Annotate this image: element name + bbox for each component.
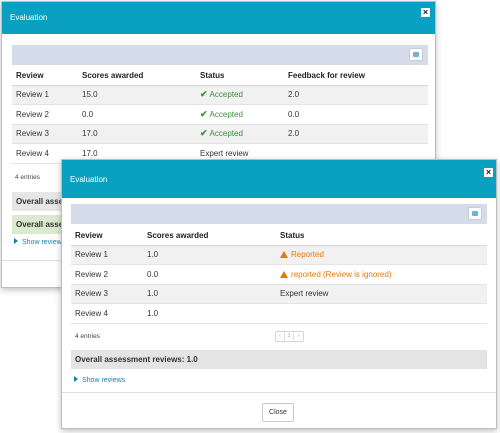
check-icon: ✔ [200, 128, 208, 139]
column-header[interactable]: Review [71, 226, 143, 246]
dialog-titlebar: Evaluation × [62, 160, 496, 198]
status-text: Accepted [209, 90, 243, 100]
show-reviews-label: Show reviews [82, 377, 126, 384]
table-header-row: Review Scores awarded Status Feedback fo… [12, 66, 428, 86]
warning-icon [280, 270, 288, 278]
pagination: ‹ 1 › [275, 331, 304, 342]
table-row: Review 3 17.0 ✔ Accepted 2.0 [12, 124, 428, 144]
review-cell: Review 1 [71, 245, 143, 265]
reviews-table: Review Scores awarded Status Review 1 1.… [71, 226, 487, 324]
score-cell: 1.0 [143, 284, 276, 304]
review-cell: Review 3 [71, 284, 143, 304]
table-row: Review 4 1.0 [71, 303, 487, 324]
column-header[interactable]: Status [276, 226, 487, 246]
table-row: Review 1 1.0 Reported [71, 245, 487, 265]
status-cell: reported (Review is ignored) [276, 264, 487, 285]
status-cell: Reported [276, 245, 487, 265]
score-cell: 17.0 [78, 124, 196, 144]
table-row: Review 2 0.0 ✔ Accepted 0.0 [12, 104, 428, 125]
score-cell: 0.0 [143, 264, 276, 285]
score-cell: 1.0 [143, 303, 276, 324]
expand-triangle-icon [74, 376, 78, 382]
table-row: Review 1 15.0 ✔ Accepted 2.0 [12, 85, 428, 105]
status-cell: ✔ Accepted [196, 85, 284, 105]
column-header[interactable]: Status [196, 66, 284, 86]
export-icon[interactable] [409, 48, 423, 61]
dialog-title: Evaluation [70, 175, 108, 184]
evaluation-dialog-front: Evaluation × Review Scores awarded Statu… [61, 159, 497, 429]
show-reviews-link[interactable]: Show reviews [74, 376, 125, 384]
feedback-cell: 2.0 [284, 124, 428, 144]
pager-prev-button[interactable]: ‹ [276, 332, 285, 341]
close-button[interactable]: Close [262, 403, 294, 422]
score-cell: 15.0 [78, 85, 196, 105]
reviews-table: Review Scores awarded Status Feedback fo… [12, 66, 428, 164]
dialog-titlebar: Evaluation × [2, 2, 435, 34]
status-cell: ✔ Accepted [196, 124, 284, 144]
review-cell: Review 3 [12, 124, 78, 144]
divider [62, 392, 496, 393]
status-text: reported (Review is ignored) [291, 269, 392, 279]
status-text: Accepted [209, 129, 243, 139]
close-icon[interactable]: × [484, 168, 493, 177]
pager-next-button[interactable]: › [294, 332, 303, 341]
status-cell: ✔ Accepted [196, 104, 284, 125]
expand-triangle-icon [14, 238, 18, 244]
table-row: Review 3 1.0 Expert review [71, 284, 487, 304]
check-icon: ✔ [200, 108, 208, 119]
feedback-cell: 2.0 [284, 85, 428, 105]
feedback-cell: 0.0 [284, 104, 428, 125]
table-header-row: Review Scores awarded Status [71, 226, 487, 246]
table-row: Review 2 0.0 reported (Review is ignored… [71, 264, 487, 285]
score-cell: 0.0 [78, 104, 196, 125]
status-text: Accepted [209, 109, 243, 119]
dialog-title: Evaluation [10, 13, 48, 22]
review-cell: Review 2 [71, 264, 143, 285]
table-toolbar [12, 45, 428, 65]
column-header[interactable]: Scores awarded [78, 66, 196, 86]
review-cell: Review 1 [12, 85, 78, 105]
show-reviews-label: Show review [22, 239, 62, 246]
show-reviews-link[interactable]: Show review [14, 238, 62, 246]
review-cell: Review 2 [12, 104, 78, 125]
table-toolbar [71, 204, 487, 224]
column-header[interactable]: Feedback for review [284, 66, 428, 86]
close-icon[interactable]: × [421, 8, 430, 17]
status-cell: Expert review [276, 284, 487, 304]
score-cell: 1.0 [143, 245, 276, 265]
column-header[interactable]: Scores awarded [143, 226, 276, 246]
export-icon[interactable] [468, 207, 482, 220]
entries-count: 4 entries [75, 333, 100, 340]
review-cell: Review 4 [71, 303, 143, 324]
status-cell [276, 303, 487, 324]
pager-page-button[interactable]: 1 [285, 332, 294, 341]
entries-count: 4 entries [15, 174, 40, 181]
warning-icon [280, 251, 288, 259]
overall-assessment-bar: Overall assessment reviews: 1.0 [71, 350, 487, 369]
status-text: Reported [291, 250, 324, 260]
column-header[interactable]: Review [12, 66, 78, 86]
check-icon: ✔ [200, 89, 208, 100]
